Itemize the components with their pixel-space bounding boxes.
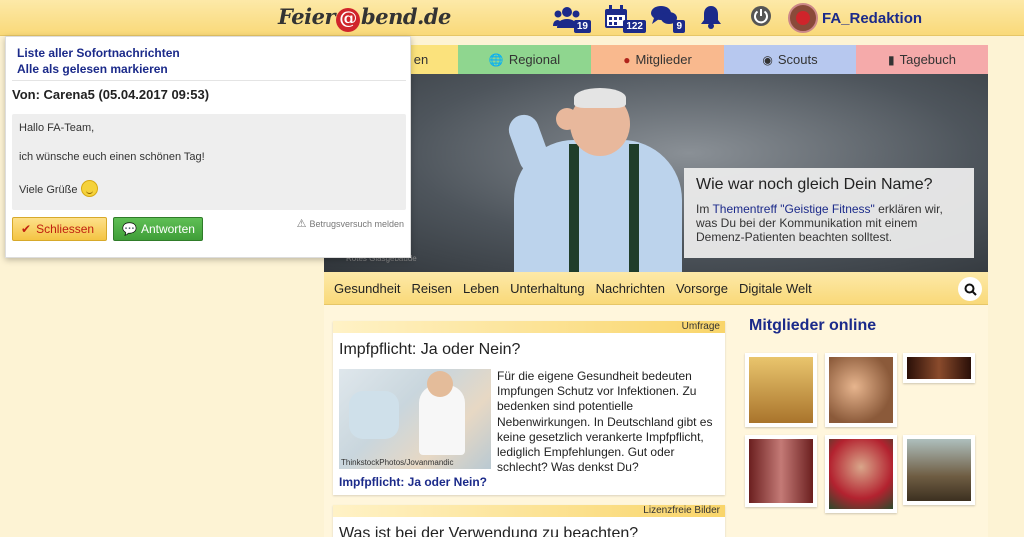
image-caption: ThinkstockPhotos/Jovanmandic (341, 458, 454, 467)
events-count-badge: 122 (623, 20, 646, 33)
close-button[interactable]: ✔ Schliessen (12, 217, 107, 241)
bell-icon[interactable] (700, 5, 722, 31)
member-thumb[interactable] (745, 435, 817, 507)
article-card: Lizenzfreie Bilder Was ist bei der Verwe… (333, 505, 725, 537)
content-area: Umfrage Impfpflicht: Ja oder Nein? Think… (324, 305, 988, 537)
article-text: Für die eigene Gesundheit bedeuten Impfu… (497, 369, 713, 475)
calendar-icon[interactable]: 122 (604, 5, 646, 33)
mark-all-read-link[interactable]: Alle als gelesen markieren (17, 62, 168, 76)
message-sender: Von: Carena5 (05.04.2017 09:53) (12, 87, 210, 102)
article-link[interactable]: Impfpflicht: Ja oder Nein? (339, 475, 487, 489)
friends-icon[interactable]: 19 (553, 5, 591, 33)
article-title[interactable]: Impfpflicht: Ja oder Nein? (333, 333, 725, 365)
message-closing: Viele Grüße (19, 184, 78, 196)
book-icon: ▮ (888, 52, 895, 67)
tab-scouts[interactable]: ◉ Scouts (724, 45, 856, 74)
message-body: Hallo FA-Team, ich wünsche euch einen sc… (12, 114, 406, 210)
close-icon: ✔ (21, 222, 32, 236)
warning-icon: ⚠ (296, 218, 307, 230)
all-messages-link[interactable]: Liste aller Sofortnachrichten (17, 46, 180, 60)
user-menu[interactable]: FA_Redaktion (788, 3, 922, 33)
section-tabs: en 🌐 Regional ● Mitglieder ◉ Scouts ▮ Ta… (324, 45, 988, 74)
power-icon[interactable] (750, 5, 772, 31)
member-thumb[interactable] (745, 353, 817, 427)
article-category-band: Umfrage (333, 321, 725, 333)
hero-text: Im Thementreff "Geistige Fitness" erklär… (696, 202, 943, 244)
friends-count-badge: 19 (573, 20, 591, 33)
category-nav: Gesundheit Reisen Leben Unterhaltung Nac… (324, 272, 988, 305)
member-thumb[interactable] (825, 353, 897, 427)
category-reisen[interactable]: Reisen (412, 281, 452, 296)
article-title[interactable]: Was ist bei der Verwendung zu beachten? (333, 517, 725, 537)
members-online-title: Mitglieder online (749, 317, 877, 334)
message-greeting: Hallo FA-Team, (19, 122, 95, 134)
category-unterhaltung[interactable]: Unterhaltung (510, 281, 584, 296)
message-text: ich wünsche euch einen schönen Tag! (19, 151, 205, 163)
category-gesundheit[interactable]: Gesundheit (334, 281, 401, 296)
member-thumb[interactable] (903, 435, 975, 505)
article-image[interactable]: ThinkstockPhotos/Jovanmandic (339, 369, 491, 469)
instant-message-popup: Liste aller Sofortnachrichten Alle als g… (5, 36, 411, 258)
chat-icon[interactable]: 9 (651, 5, 685, 33)
hero-link[interactable]: Thementreff "Geistige Fitness" (712, 202, 874, 216)
search-button[interactable] (958, 277, 982, 301)
article-category-band: Lizenzfreie Bilder (333, 505, 725, 517)
category-digitale-welt[interactable]: Digitale Welt (739, 281, 812, 296)
user-icon: ● (623, 52, 631, 67)
smiley-icon (80, 180, 98, 197)
category-vorsorge[interactable]: Vorsorge (676, 281, 728, 296)
hero-banner[interactable]: Rotes Glasgebäude Wie war noch gleich De… (324, 74, 988, 272)
members-online: Mitglieder online (739, 317, 979, 513)
eye-icon: ◉ (762, 52, 773, 67)
search-icon (964, 283, 977, 296)
reply-chat-icon: 💬 (122, 222, 137, 236)
hero-title: Wie war noch gleich Dein Name? (696, 176, 933, 193)
avatar (788, 3, 818, 33)
messages-count-badge: 9 (673, 20, 685, 33)
tab-regional[interactable]: 🌐 Regional (458, 45, 591, 74)
globe-icon: 🌐 (488, 52, 504, 67)
divider (12, 80, 406, 81)
tab-mitglieder[interactable]: ● Mitglieder (591, 45, 724, 74)
category-nachrichten[interactable]: Nachrichten (596, 281, 665, 296)
top-bar: Feier @ bend.de 19 122 9 FA_Redaktion (0, 0, 1024, 36)
category-leben[interactable]: Leben (463, 281, 499, 296)
tab-tagebuch[interactable]: ▮ Tagebuch (856, 45, 988, 74)
main-content: en 🌐 Regional ● Mitglieder ◉ Scouts ▮ Ta… (324, 45, 988, 537)
report-fraud-link[interactable]: ⚠ Betrugsversuch melden (297, 217, 404, 230)
hero-teaser: Wie war noch gleich Dein Name? Im Themen… (684, 168, 974, 258)
member-thumb[interactable] (825, 435, 897, 513)
site-logo[interactable]: Feier @ bend.de (278, 4, 451, 32)
reply-button[interactable]: 💬 Antworten (113, 217, 203, 241)
member-thumb[interactable] (903, 353, 975, 383)
article-card: Umfrage Impfpflicht: Ja oder Nein? Think… (333, 321, 725, 495)
username: FA_Redaktion (822, 9, 923, 27)
